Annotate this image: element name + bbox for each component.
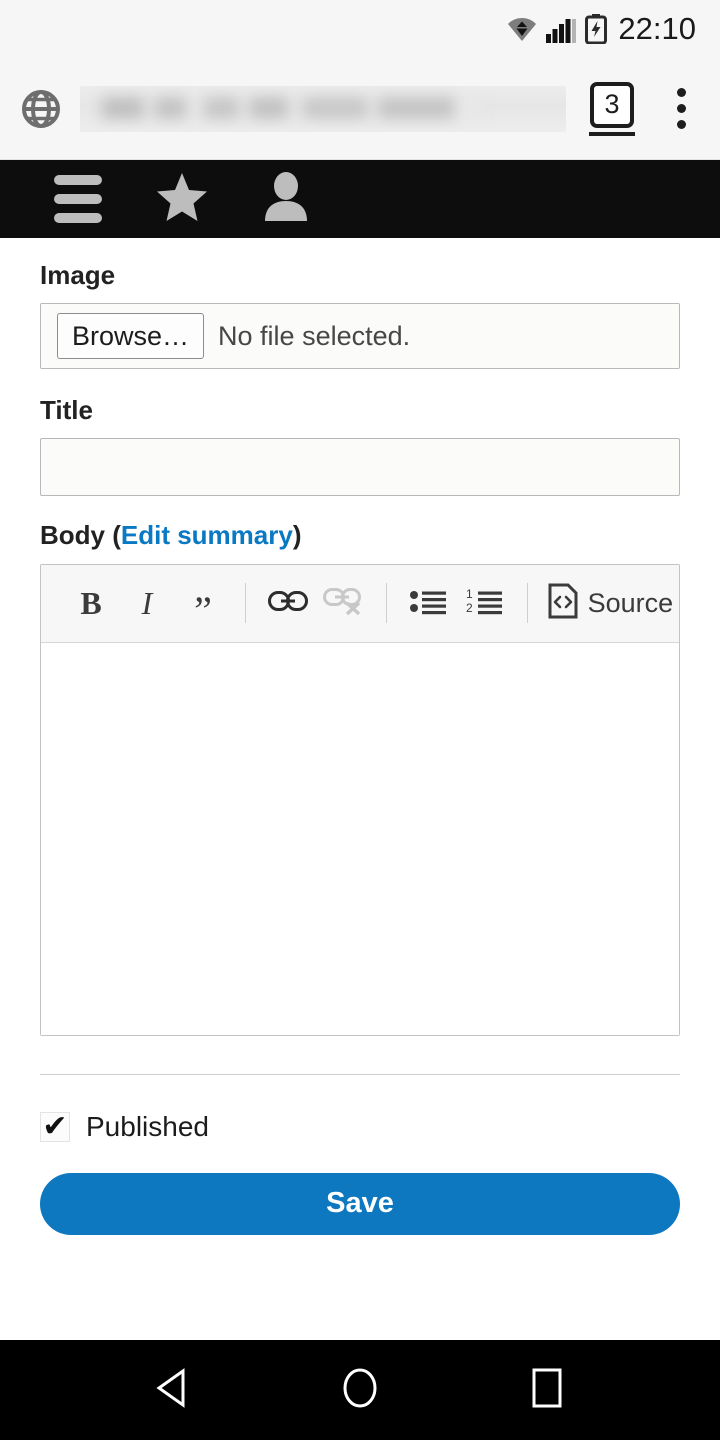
nav-recents-button[interactable]: [512, 1355, 582, 1425]
italic-button[interactable]: I: [119, 575, 175, 631]
italic-icon: I: [141, 584, 153, 621]
title-field-label: Title: [40, 395, 93, 426]
bold-icon: B: [80, 584, 102, 621]
sidebar-item-favorites[interactable]: [130, 160, 234, 238]
sidebar-item-account[interactable]: [234, 160, 338, 238]
image-field-label: Image: [40, 260, 116, 290]
edit-summary-link[interactable]: Edit summary: [121, 520, 293, 550]
numbered-list-icon: 1 2: [466, 587, 504, 620]
numbered-list-button[interactable]: 1 2: [457, 575, 513, 631]
star-icon: [155, 171, 209, 228]
image-field-group: Image Browse… No file selected.: [40, 260, 680, 370]
image-file-input[interactable]: Browse… No file selected.: [40, 303, 680, 370]
browser-menu-button[interactable]: [660, 83, 702, 135]
published-label: Published: [86, 1110, 209, 1142]
svg-text:1: 1: [466, 587, 473, 601]
home-circle-icon: [338, 1365, 382, 1416]
nav-home-button[interactable]: [325, 1355, 395, 1425]
source-icon: [548, 583, 578, 624]
user-icon: [262, 171, 310, 228]
body-rich-text-editor: B I ” 1 2 Source: [40, 563, 680, 1036]
blockquote-button[interactable]: ”: [175, 575, 231, 631]
title-input[interactable]: [40, 438, 680, 497]
published-checkbox-row[interactable]: ✔ Published: [40, 1111, 680, 1143]
body-field-label: Body (Edit summary): [40, 520, 680, 551]
tab-counter-underline: [589, 131, 635, 136]
android-status-bar: 22:10: [0, 0, 720, 58]
save-button[interactable]: Save: [40, 1172, 680, 1235]
svg-text:2: 2: [466, 601, 473, 615]
toolbar-separator: [245, 583, 246, 624]
page-content: Image Browse… No file selected. Title Bo…: [0, 238, 720, 1340]
body-label-prefix: Body (: [40, 520, 121, 551]
back-triangle-icon: [153, 1366, 193, 1415]
editor-toolbar: B I ” 1 2 Source: [41, 564, 679, 643]
unlink-icon: [322, 586, 365, 621]
bold-button[interactable]: B: [63, 575, 119, 631]
kebab-dot: [676, 120, 686, 129]
kebab-dot: [676, 104, 686, 113]
tab-count-value: 3: [590, 81, 634, 128]
tab-counter-button[interactable]: 3: [586, 81, 638, 136]
nav-back-button[interactable]: [138, 1355, 208, 1425]
toolbar-separator: [385, 583, 387, 624]
blockquote-icon: ”: [194, 588, 212, 634]
section-divider: [40, 1073, 680, 1075]
battery-charging-icon: [585, 14, 608, 44]
browser-toolbar: 3: [0, 58, 720, 160]
link-icon: [267, 588, 308, 619]
url-text-redacted: [102, 96, 482, 119]
site-toolbar: [0, 160, 720, 238]
published-checkbox[interactable]: ✔: [40, 1111, 70, 1142]
android-nav-bar: [0, 1340, 720, 1440]
title-field-group: Title: [40, 395, 680, 497]
wifi-transfer-icon: [507, 15, 537, 43]
browse-button[interactable]: Browse…: [57, 313, 205, 360]
hamburger-menu-icon: [54, 175, 102, 223]
signal-bars-icon: [546, 15, 577, 43]
body-field-group: Body (Edit summary) B I ” 1 2 Source: [40, 520, 680, 1036]
toolbar-separator: [526, 583, 528, 624]
url-address-bar[interactable]: [80, 85, 566, 132]
status-bar-clock: 22:10: [618, 11, 696, 46]
bulleted-list-button[interactable]: [401, 575, 457, 631]
recents-square-icon: [527, 1365, 567, 1416]
source-button[interactable]: Source: [542, 575, 679, 631]
source-button-label: Source: [587, 587, 674, 618]
body-editable-area[interactable]: [41, 642, 679, 1035]
globe-icon: [18, 86, 64, 132]
kebab-dot: [676, 88, 686, 97]
bulleted-list-icon: [409, 587, 448, 620]
sidebar-item-menu[interactable]: [26, 160, 130, 238]
unlink-button[interactable]: [316, 575, 372, 631]
link-button[interactable]: [260, 575, 316, 631]
phone-screen: 22:10 3 Image Browse… No file selected. …: [0, 0, 720, 1440]
file-status-text: No file selected.: [218, 320, 411, 351]
body-label-suffix: ): [292, 520, 302, 551]
